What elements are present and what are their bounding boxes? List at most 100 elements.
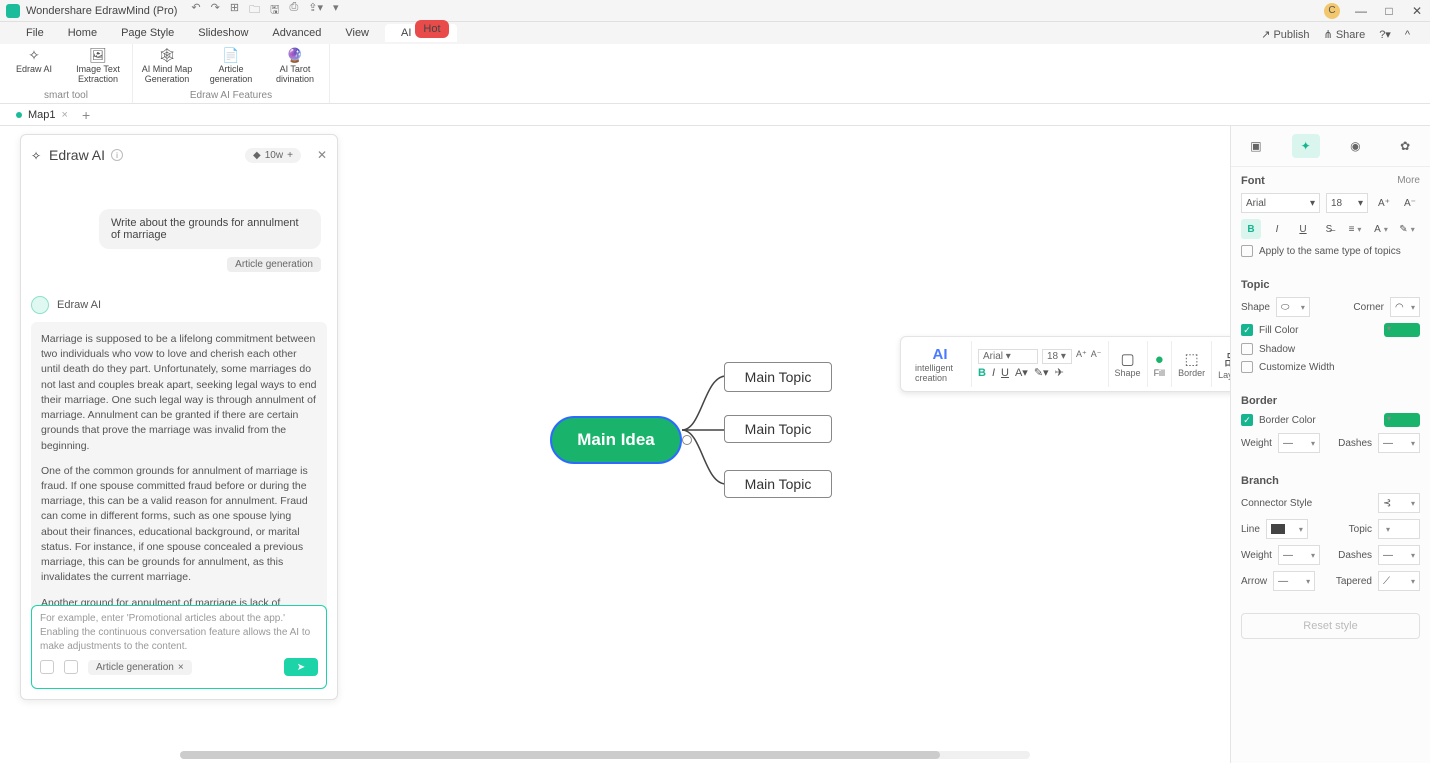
branch-topic-select[interactable] [1378,519,1420,539]
branch-dashes-select[interactable]: — [1378,545,1420,565]
topic-node[interactable]: Main Topic [724,470,832,498]
open-icon[interactable]: 🗀 [249,1,260,20]
info-icon[interactable]: i [111,149,123,161]
decrease-font-icon[interactable]: A⁻ [1400,193,1420,213]
help-icon[interactable]: ?▾ [1379,28,1391,41]
tab-theme-icon[interactable]: ◉ [1341,134,1369,158]
ribbon-group-label: Edraw AI Features [190,90,272,101]
doc-tab[interactable]: Map1 × [8,107,76,123]
mode-chip[interactable]: Article generation × [88,660,192,675]
italic-button[interactable]: I [992,367,995,379]
close-panel-icon[interactable]: ✕ [317,148,327,162]
topic-node[interactable]: Main Topic [724,362,832,392]
close-tab-icon[interactable]: × [62,109,68,121]
underline-button[interactable]: U [1293,219,1313,239]
qat-more-icon[interactable]: ▾ [333,1,339,20]
print-icon[interactable]: ⎙ [289,1,298,20]
publish-button[interactable]: ↗ Publish [1261,28,1309,41]
apply-same-checkbox[interactable] [1241,245,1253,257]
ribbon-mindmap-generation[interactable]: 🕸AI Mind Map Generation [139,48,195,85]
ft-shape[interactable]: ▢Shape [1109,341,1148,387]
collapse-ribbon-icon[interactable]: ^ [1405,29,1410,41]
branch-topic-label: Topic [1349,524,1372,535]
border-icon: ⬚ [1184,350,1198,368]
send-button[interactable]: ➤ [284,658,318,676]
menu-view[interactable]: View [337,24,377,42]
settings-icon[interactable] [64,660,78,674]
bold-button[interactable]: B [1241,219,1261,239]
tapered-select[interactable]: ⟋ [1378,571,1420,591]
custom-width-checkbox[interactable] [1241,361,1253,373]
export-icon[interactable]: ⇪▾ [308,1,323,20]
minimize-button[interactable]: — [1354,4,1368,18]
ai-input-box[interactable]: For example, enter 'Promotional articles… [31,605,327,689]
maximize-button[interactable]: □ [1382,4,1396,18]
ribbon-image-text-extraction[interactable]: 🖼Image Text Extraction [70,48,126,85]
menu-file[interactable]: File [18,24,52,42]
italic-button[interactable]: I [1267,219,1287,239]
highlight-button[interactable]: ✎▾ [1034,366,1049,379]
share-button[interactable]: ⋔ Share [1324,28,1366,41]
font-family-select[interactable]: Arial ▾ [978,349,1038,364]
corner-select[interactable]: ◠ [1390,297,1420,317]
increase-font-icon[interactable]: A⁺ [1076,349,1087,364]
font-family-select[interactable]: Arial▾ [1241,193,1320,213]
tab-style-icon[interactable]: ✦ [1292,134,1320,158]
border-dashes-select[interactable]: — [1378,433,1420,453]
menu-advanced[interactable]: Advanced [264,24,329,42]
border-color-checkbox[interactable]: ✓ [1241,414,1253,426]
shadow-checkbox[interactable] [1241,343,1253,355]
font-size-select[interactable]: 18 ▾ [1042,349,1072,364]
border-weight-select[interactable]: — [1278,433,1320,453]
font-color-button[interactable]: A▾ [1015,366,1028,379]
connector-style-select[interactable]: ⊰ [1378,493,1420,513]
arrow-select[interactable]: — [1273,571,1315,591]
scrollbar-thumb[interactable] [180,751,940,759]
ai-name: Edraw AI [57,299,101,311]
border-color-swatch[interactable] [1384,413,1420,427]
decrease-font-icon[interactable]: A⁻ [1091,349,1102,364]
font-more-link[interactable]: More [1397,175,1420,187]
ribbon-edraw-ai[interactable]: ✧Edraw AI [6,48,62,85]
user-avatar[interactable]: C [1324,3,1340,19]
topic-node[interactable]: Main Topic [724,415,832,443]
clear-format-icon[interactable]: ✈ [1055,366,1064,379]
new-icon[interactable]: ⊞ [230,1,239,20]
increase-font-icon[interactable]: A⁺ [1374,193,1394,213]
shape-select[interactable]: ⬭ [1276,297,1310,317]
ribbon-tarot[interactable]: 🔮AI Tarot divination [267,48,323,85]
line-color-select[interactable] [1266,519,1308,539]
save-icon[interactable]: 🖫 [270,1,279,20]
undo-icon[interactable]: ↶ [191,1,200,20]
menu-home[interactable]: Home [60,24,105,42]
close-button[interactable]: ✕ [1410,4,1424,18]
token-badge[interactable]: ◆ 10w + [245,148,301,163]
menu-ai[interactable]: AIHot [385,24,457,42]
add-tab-button[interactable]: + [82,107,90,123]
ribbon-article-generation[interactable]: 📄Article generation [203,48,259,85]
highlight-button[interactable]: ✎ [1397,219,1417,239]
font-size-select[interactable]: 18▾ [1326,193,1368,213]
ft-ai[interactable]: AIintelligent creation [909,341,972,387]
attach-image-icon[interactable] [40,660,54,674]
font-color-button[interactable]: A [1371,219,1391,239]
underline-button[interactable]: U [1001,367,1009,379]
align-button[interactable]: ≡ [1345,219,1365,239]
strike-button[interactable]: S̶ [1319,219,1339,239]
menu-slideshow[interactable]: Slideshow [190,24,256,42]
bold-button[interactable]: B [978,367,986,379]
canvas[interactable]: 📌 AIintelligent creation Arial ▾ 18 ▾ A⁺… [350,126,1220,763]
fill-color-swatch[interactable] [1384,323,1420,337]
ft-border[interactable]: ⬚Border [1172,341,1212,387]
menu-page-style[interactable]: Page Style [113,24,182,42]
reset-style-button[interactable]: Reset style [1241,613,1420,639]
tab-page-icon[interactable]: ▣ [1242,134,1270,158]
ft-fill[interactable]: ●Fill [1148,341,1173,387]
branch-weight-select[interactable]: — [1278,545,1320,565]
main-idea-node[interactable]: Main Idea [550,416,682,464]
horizontal-scrollbar[interactable] [180,751,1030,759]
connector-style-label: Connector Style [1241,498,1372,509]
redo-icon[interactable]: ↷ [211,1,220,20]
fill-color-checkbox[interactable]: ✓ [1241,324,1253,336]
tab-settings-icon[interactable]: ✿ [1391,134,1419,158]
